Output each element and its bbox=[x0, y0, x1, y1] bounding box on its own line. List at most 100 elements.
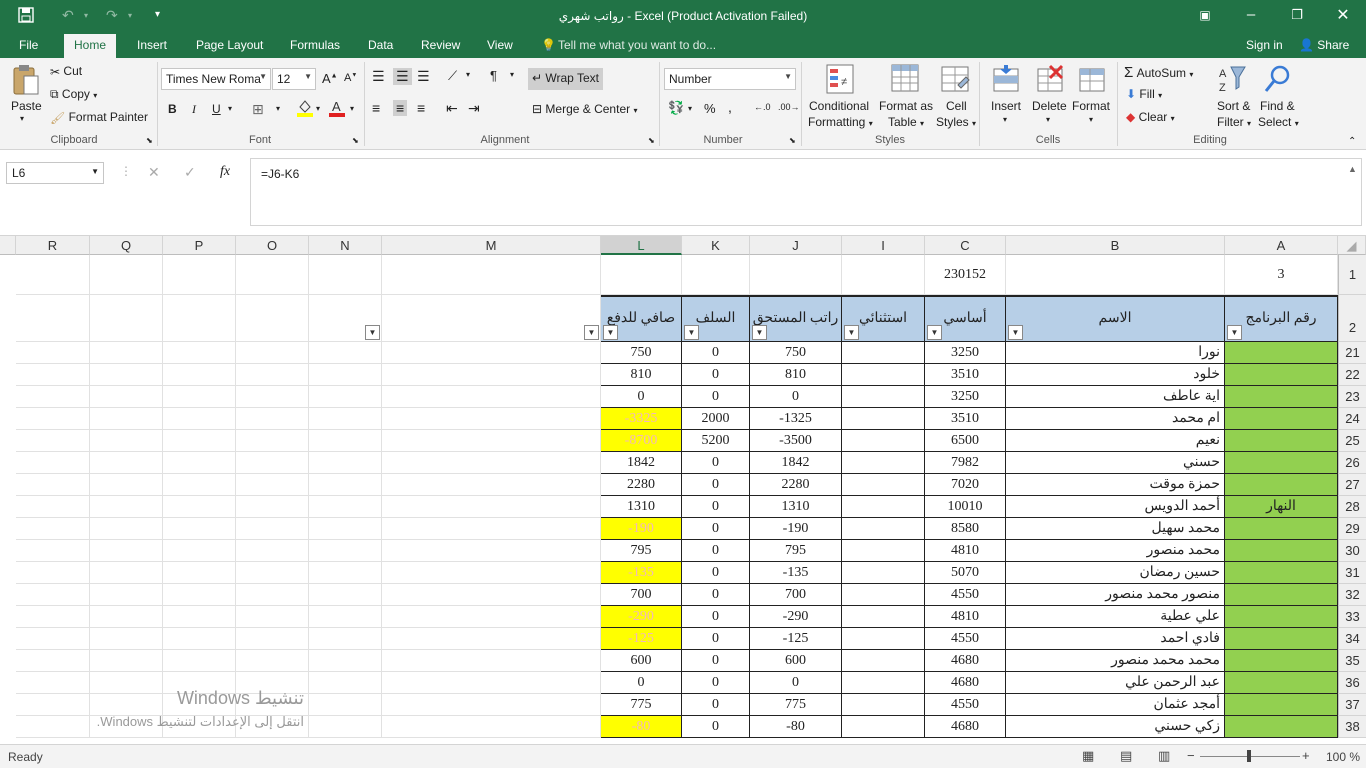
table-cell-j[interactable]: 1842 bbox=[750, 452, 842, 474]
table-cell-i[interactable] bbox=[842, 452, 925, 474]
grid-cell[interactable] bbox=[163, 650, 236, 672]
collapse-formula-bar-icon[interactable]: ▲ bbox=[1348, 164, 1357, 174]
format-cells-icon[interactable] bbox=[1076, 63, 1108, 95]
row-header[interactable]: 35 bbox=[1338, 650, 1366, 672]
grid-cell[interactable] bbox=[309, 540, 382, 562]
table-cell-k[interactable]: 0 bbox=[682, 518, 750, 540]
row-header[interactable]: 28 bbox=[1338, 496, 1366, 518]
grid-cell[interactable] bbox=[90, 408, 163, 430]
table-cell-l[interactable]: 775 bbox=[601, 694, 682, 716]
formula-input[interactable]: =J6-K6 bbox=[250, 158, 1362, 226]
grid-cell[interactable] bbox=[16, 386, 90, 408]
table-cell-j[interactable]: -1325 bbox=[750, 408, 842, 430]
table-cell-c[interactable]: 4550 bbox=[925, 584, 1006, 606]
number-format-select[interactable]: Number ▼ bbox=[664, 68, 796, 90]
grid-cell[interactable] bbox=[309, 386, 382, 408]
grid-cell[interactable] bbox=[309, 628, 382, 650]
table-cell-a[interactable] bbox=[1225, 342, 1338, 364]
grid-cell[interactable] bbox=[16, 650, 90, 672]
grid-cell[interactable] bbox=[16, 496, 90, 518]
table-cell-i[interactable] bbox=[842, 496, 925, 518]
table-cell-k[interactable]: 2000 bbox=[682, 408, 750, 430]
table-cell-b[interactable]: ام محمد bbox=[1006, 408, 1225, 430]
page-break-view-icon[interactable]: ▥ bbox=[1158, 748, 1170, 764]
insert-cells-icon[interactable] bbox=[990, 63, 1022, 95]
grid-cell[interactable] bbox=[382, 518, 601, 540]
filter-dropdown-button[interactable]: ▼ bbox=[844, 325, 859, 340]
zoom-thumb[interactable] bbox=[1247, 750, 1251, 762]
table-cell-c[interactable]: 4810 bbox=[925, 540, 1006, 562]
table-cell-b[interactable]: أحمد الدويس bbox=[1006, 496, 1225, 518]
grid-cell[interactable] bbox=[90, 650, 163, 672]
grid-cell[interactable] bbox=[236, 255, 309, 295]
grid-cell[interactable] bbox=[90, 606, 163, 628]
tab-review[interactable]: Review bbox=[421, 38, 460, 52]
grid-cell[interactable] bbox=[90, 584, 163, 606]
table-cell-i[interactable] bbox=[842, 474, 925, 496]
table-cell-l[interactable]: 700 bbox=[601, 584, 682, 606]
grid-cell[interactable] bbox=[16, 364, 90, 386]
grid-cell[interactable] bbox=[382, 408, 601, 430]
grid-cell[interactable] bbox=[309, 584, 382, 606]
grid-cell[interactable] bbox=[16, 540, 90, 562]
grid-cell[interactable] bbox=[90, 474, 163, 496]
table-cell-b[interactable]: علي عطية bbox=[1006, 606, 1225, 628]
grid-cell[interactable] bbox=[16, 430, 90, 452]
filter-dropdown-button[interactable]: ▼ bbox=[1008, 325, 1023, 340]
grid-cell[interactable] bbox=[90, 628, 163, 650]
orientation-dropdown-icon[interactable]: ▾ bbox=[466, 70, 470, 79]
orientation-icon[interactable]: ⟋ bbox=[448, 68, 457, 84]
table-cell-k[interactable]: 0 bbox=[682, 628, 750, 650]
column-header-n[interactable]: N bbox=[309, 236, 382, 255]
number-launcher-icon[interactable]: ⬊ bbox=[789, 136, 796, 145]
grid-cell[interactable] bbox=[382, 716, 601, 738]
grid-cell[interactable]: 3 bbox=[1225, 255, 1338, 295]
table-cell-c[interactable]: 4550 bbox=[925, 628, 1006, 650]
table-cell-j[interactable]: 2280 bbox=[750, 474, 842, 496]
table-cell-a[interactable] bbox=[1225, 386, 1338, 408]
row-header[interactable]: 21 bbox=[1338, 342, 1366, 364]
table-cell-l[interactable]: 750 bbox=[601, 342, 682, 364]
grid-cell[interactable] bbox=[90, 255, 163, 295]
filter-dropdown-button[interactable]: ▼ bbox=[603, 325, 618, 340]
table-cell-c[interactable]: 7020 bbox=[925, 474, 1006, 496]
table-cell-i[interactable] bbox=[842, 540, 925, 562]
borders-icon[interactable]: ⊞ bbox=[252, 101, 264, 118]
grid-cell[interactable] bbox=[16, 584, 90, 606]
grid-cell[interactable] bbox=[842, 255, 925, 295]
table-cell-l[interactable]: -190 bbox=[601, 518, 682, 540]
table-cell-c[interactable]: 4680 bbox=[925, 716, 1006, 738]
table-cell-k[interactable]: 0 bbox=[682, 562, 750, 584]
table-cell-l[interactable]: 0 bbox=[601, 386, 682, 408]
grid-cell[interactable] bbox=[382, 452, 601, 474]
clear-button[interactable]: ◆ Clear ▾ bbox=[1126, 110, 1175, 124]
table-cell-b[interactable]: محمد محمد منصور bbox=[1006, 650, 1225, 672]
table-cell-k[interactable]: 0 bbox=[682, 386, 750, 408]
table-cell-j[interactable]: -3500 bbox=[750, 430, 842, 452]
table-cell-j[interactable]: 810 bbox=[750, 364, 842, 386]
row-header[interactable]: 25 bbox=[1338, 430, 1366, 452]
table-cell-j[interactable]: 775 bbox=[750, 694, 842, 716]
table-cell-k[interactable]: 0 bbox=[682, 650, 750, 672]
sort-filter-button[interactable]: Sort & bbox=[1217, 99, 1250, 113]
sort-filter-icon[interactable]: AZ bbox=[1217, 63, 1249, 95]
grid-cell[interactable] bbox=[236, 342, 309, 364]
table-cell-c[interactable]: 4680 bbox=[925, 650, 1006, 672]
find-select-icon[interactable] bbox=[1262, 63, 1294, 95]
grid-cell[interactable] bbox=[382, 342, 601, 364]
row-header[interactable]: 1 bbox=[1338, 255, 1366, 295]
grid-cell[interactable] bbox=[309, 474, 382, 496]
insert-dropdown-icon[interactable]: ▾ bbox=[1003, 115, 1007, 124]
table-cell-c[interactable]: 3250 bbox=[925, 342, 1006, 364]
insert-function-icon[interactable]: fx bbox=[220, 164, 230, 180]
table-cell-i[interactable] bbox=[842, 650, 925, 672]
table-cell-l[interactable]: -80 bbox=[601, 716, 682, 738]
tab-view[interactable]: View bbox=[487, 38, 513, 52]
tab-data[interactable]: Data bbox=[368, 38, 393, 52]
table-cell-b[interactable]: خلود bbox=[1006, 364, 1225, 386]
align-center-icon[interactable]: ≡ bbox=[393, 100, 408, 116]
grid-cell[interactable] bbox=[601, 255, 682, 295]
row-header[interactable]: 23 bbox=[1338, 386, 1366, 408]
grid-cell[interactable] bbox=[382, 496, 601, 518]
increase-indent-icon[interactable]: ⇥ bbox=[468, 100, 480, 117]
